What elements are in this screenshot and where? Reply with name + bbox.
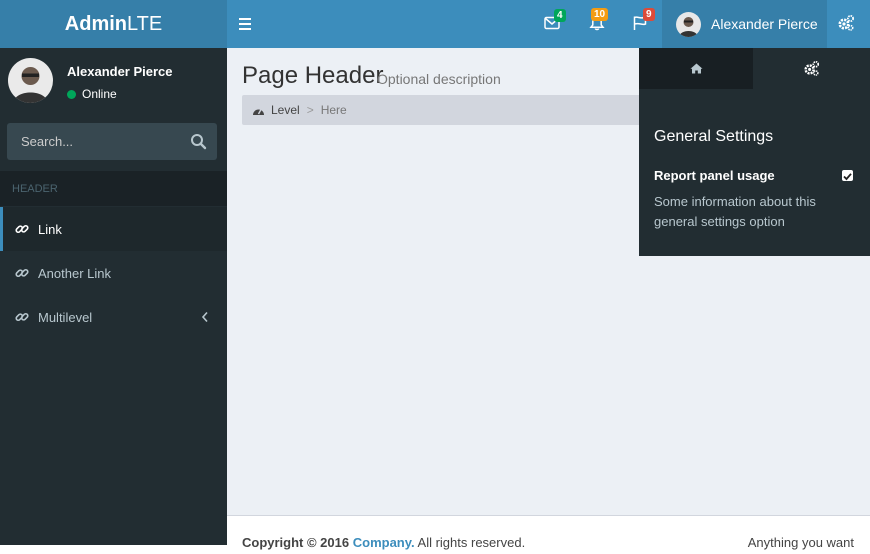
company-link[interactable]: Company. bbox=[353, 535, 415, 550]
tasks-badge: 9 bbox=[643, 8, 655, 21]
sidebar-item-multilevel[interactable]: Multilevel bbox=[0, 295, 227, 339]
user-status-label: Online bbox=[82, 87, 117, 101]
dashboard-icon bbox=[253, 108, 264, 115]
user-menu-name: Alexander Pierce bbox=[711, 16, 818, 32]
status-bar bbox=[0, 545, 227, 554]
top-navbar: 4 10 9 Alexander Pierce bbox=[227, 0, 870, 48]
sidebar-item-label: Multilevel bbox=[38, 309, 93, 325]
online-indicator-icon bbox=[67, 89, 76, 99]
link-icon bbox=[15, 224, 29, 234]
tab-settings[interactable] bbox=[753, 48, 870, 89]
footer-right-text: Anything you want bbox=[747, 535, 854, 550]
brand-logo[interactable]: Admin LTE bbox=[0, 0, 227, 48]
messages-badge: 4 bbox=[554, 9, 566, 22]
breadcrumb-here: Here bbox=[320, 103, 347, 117]
messages-menu[interactable]: 4 bbox=[542, 9, 566, 35]
search-icon[interactable] bbox=[190, 133, 207, 150]
page-description: Optional description bbox=[377, 71, 501, 87]
settings-option-label: Report panel usage bbox=[654, 168, 775, 183]
checkmark-icon bbox=[843, 173, 852, 181]
sidebar-item-link[interactable]: Link bbox=[0, 207, 227, 251]
user-status: Online bbox=[67, 87, 117, 101]
home-icon bbox=[690, 63, 702, 74]
sidebar-toggle-icon[interactable] bbox=[239, 14, 255, 34]
control-sidebar: General Settings Report panel usage Some… bbox=[639, 48, 870, 256]
gears-icon bbox=[804, 60, 820, 76]
tab-home[interactable] bbox=[639, 48, 753, 89]
breadcrumb-separator: > bbox=[306, 103, 314, 117]
page-title: Page Header bbox=[242, 62, 384, 89]
search-input[interactable] bbox=[7, 123, 177, 160]
gears-icon[interactable] bbox=[837, 14, 855, 32]
sidebar-item-another-link[interactable]: Another Link bbox=[0, 251, 227, 295]
tasks-menu[interactable]: 9 bbox=[631, 8, 655, 35]
main-sidebar: Alexander Pierce Online HEADER Link Anot… bbox=[0, 48, 227, 554]
copyright-text: Copyright © 2016 bbox=[242, 535, 350, 550]
sidebar-item-label: Another Link bbox=[38, 265, 111, 281]
settings-title: General Settings bbox=[654, 128, 774, 145]
link-icon bbox=[15, 312, 29, 322]
user-menu[interactable]: Alexander Pierce bbox=[662, 0, 827, 48]
notifications-badge: 10 bbox=[591, 8, 609, 21]
user-panel: Alexander Pierce Online bbox=[0, 48, 227, 110]
footer-copyright: Copyright © 2016 Company. All rights res… bbox=[242, 535, 525, 550]
notifications-menu[interactable]: 10 bbox=[587, 8, 609, 35]
rights-text: All rights reserved. bbox=[417, 535, 526, 550]
avatar bbox=[8, 58, 53, 103]
sidebar-search bbox=[7, 123, 217, 160]
main-footer: Copyright © 2016 Company. All rights res… bbox=[227, 515, 870, 554]
settings-option-info: Some information about this general sett… bbox=[654, 194, 816, 229]
avatar bbox=[676, 11, 701, 37]
breadcrumb-level[interactable]: Level bbox=[271, 103, 300, 117]
report-usage-checkbox[interactable] bbox=[842, 170, 853, 181]
breadcrumb: Level > Here bbox=[242, 95, 642, 125]
brand-light: LTE bbox=[127, 12, 163, 35]
sidebar-menu-header: HEADER bbox=[0, 171, 227, 206]
brand-bold: Admin bbox=[64, 12, 127, 35]
sidebar-item-label: Link bbox=[38, 221, 62, 237]
chevron-left-icon bbox=[201, 311, 208, 323]
link-icon bbox=[15, 268, 29, 278]
user-name: Alexander Pierce bbox=[67, 64, 173, 79]
